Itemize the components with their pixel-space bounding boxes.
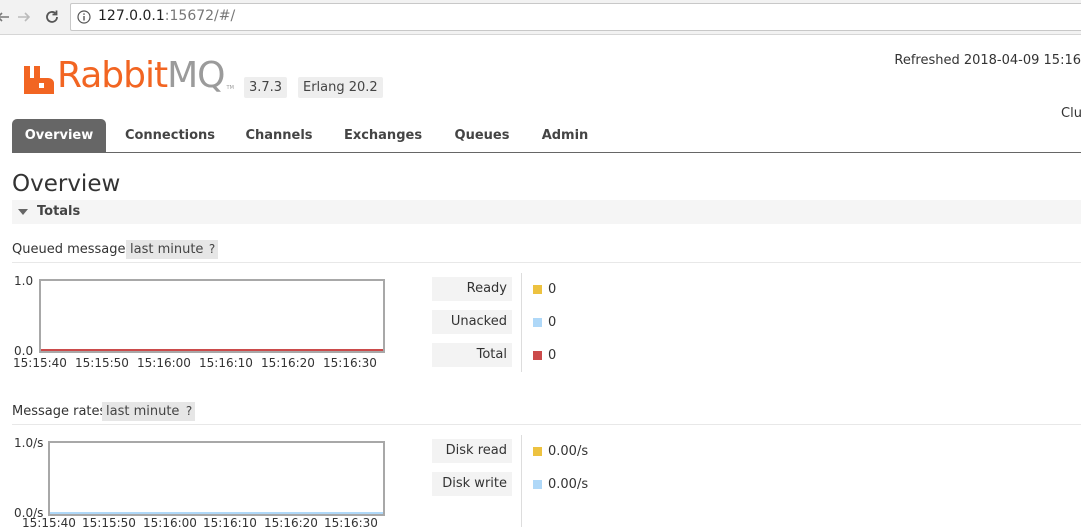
- x-tick-label: 15:15:40: [22, 516, 76, 527]
- x-tick-label: 15:16:30: [324, 516, 378, 527]
- refreshed-status[interactable]: Refreshed 2018-04-09 15:16: [894, 53, 1081, 68]
- main-tabs: Overview Connections Channels Exchanges …: [12, 119, 1081, 153]
- queued-messages-header: Queued messages last minute ?: [12, 240, 1081, 263]
- x-tick-label: 15:15:50: [75, 356, 129, 370]
- tab-queues[interactable]: Queues: [447, 119, 517, 152]
- tab-channels[interactable]: Channels: [238, 119, 320, 152]
- queued-messages-label: Queued messages: [12, 242, 133, 257]
- x-tick-label: 15:16:00: [143, 516, 197, 527]
- browser-toolbar: 127.0.0.1:15672/#/: [0, 0, 1081, 35]
- totals-section-header[interactable]: Totals: [12, 200, 1081, 224]
- x-tick-label: 15:16:10: [203, 516, 257, 527]
- legend-disk-write-value: 0.00/s: [548, 477, 589, 492]
- legend-total-value: 0: [548, 348, 557, 363]
- rates-help-button[interactable]: ?: [183, 402, 195, 421]
- rates-x-axis: 15:15:40 15:15:50 15:16:00 15:16:10 15:1…: [0, 516, 400, 527]
- x-tick-label: 15:16:30: [323, 356, 377, 370]
- forward-icon[interactable]: [13, 6, 35, 28]
- x-tick-label: 15:15:50: [82, 516, 136, 527]
- info-icon[interactable]: [77, 9, 91, 28]
- legend-unacked-label: Unacked: [432, 310, 512, 334]
- url-text: 127.0.0.1:15672/#/: [98, 8, 236, 24]
- x-tick-label: 15:16:20: [261, 356, 315, 370]
- x-tick-label: 15:16:00: [137, 356, 191, 370]
- rates-range-selector[interactable]: last minute: [102, 402, 184, 421]
- legend-disk-write-label: Disk write: [432, 472, 512, 496]
- legend-unacked-value: 0: [548, 315, 557, 330]
- disk-write-series-line: [50, 512, 383, 514]
- queued-legend-separator: [521, 273, 522, 372]
- back-icon[interactable]: [0, 6, 14, 28]
- queued-messages-chart: [39, 279, 385, 353]
- version-badge: 3.7.3: [244, 77, 288, 98]
- tab-connections[interactable]: Connections: [120, 119, 220, 152]
- rabbitmq-logo[interactable]: RabbitMQ TM: [24, 58, 234, 94]
- legend-disk-read-value: 0.00/s: [548, 444, 589, 459]
- reload-icon[interactable]: [41, 6, 63, 28]
- logo-mq-text: MQ: [167, 55, 225, 96]
- logo-rabbit-text: Rabbit: [57, 55, 168, 96]
- legend-disk-read-label: Disk read: [432, 439, 512, 463]
- total-series-line: [41, 349, 383, 351]
- page-title: Overview: [12, 171, 121, 197]
- logo-tm: TM: [226, 85, 234, 91]
- legend-disk-read-swatch: [533, 447, 542, 456]
- tab-overview[interactable]: Overview: [12, 119, 106, 152]
- rates-y-top: 1.0/s: [14, 436, 44, 450]
- legend-ready-value: 0: [548, 282, 557, 297]
- legend-ready-swatch: [533, 285, 542, 294]
- collapse-triangle-icon: [18, 209, 28, 215]
- address-bar[interactable]: 127.0.0.1:15672/#/: [70, 3, 1081, 31]
- rates-legend-separator: [521, 435, 522, 527]
- erlang-badge: Erlang 20.2: [298, 77, 383, 98]
- x-tick-label: 15:16:10: [199, 356, 253, 370]
- rabbit-logo-icon: [24, 66, 54, 94]
- queued-help-button[interactable]: ?: [206, 240, 218, 259]
- legend-disk-write-swatch: [533, 480, 542, 489]
- legend-total-label: Total: [432, 343, 512, 367]
- message-rates-chart: [48, 441, 385, 516]
- x-tick-label: 15:16:20: [264, 516, 318, 527]
- message-rates-label: Message rates: [12, 404, 107, 419]
- tab-admin[interactable]: Admin: [534, 119, 596, 152]
- section-title: Totals: [37, 204, 81, 219]
- queued-y-top: 1.0: [14, 274, 34, 288]
- tab-exchanges[interactable]: Exchanges: [337, 119, 429, 152]
- message-rates-header: Message rates last minute ?: [12, 402, 1081, 425]
- legend-unacked-swatch: [533, 318, 542, 327]
- queued-range-selector[interactable]: last minute: [126, 240, 208, 259]
- x-tick-label: 15:15:40: [13, 356, 67, 370]
- legend-total-swatch: [533, 351, 542, 360]
- legend-ready-label: Ready: [432, 277, 512, 301]
